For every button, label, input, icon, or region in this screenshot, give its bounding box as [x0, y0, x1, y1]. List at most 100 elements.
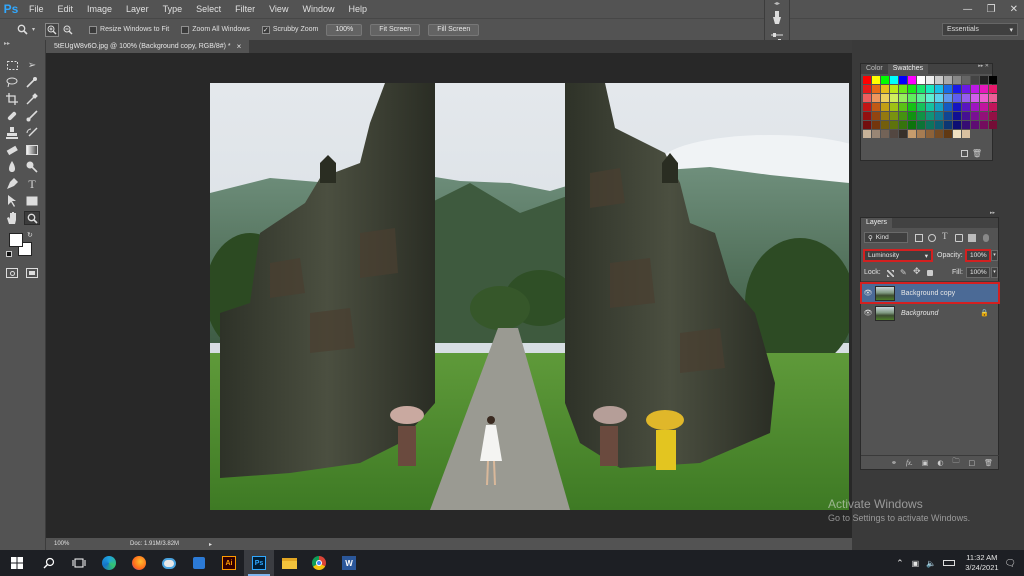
color-swatch[interactable]: [890, 85, 898, 93]
lasso-tool-icon[interactable]: [4, 75, 20, 89]
color-swatch[interactable]: [953, 94, 961, 102]
dodge-tool-icon[interactable]: [24, 160, 40, 174]
color-swatch[interactable]: [863, 103, 871, 111]
color-swatch[interactable]: [980, 76, 988, 84]
color-swatch[interactable]: [953, 103, 961, 111]
color-swatch[interactable]: [899, 130, 907, 138]
color-swatch[interactable]: [881, 103, 889, 111]
illustrator-icon[interactable]: Ai: [214, 550, 244, 576]
canvas-area[interactable]: [46, 53, 852, 538]
color-swatch[interactable]: [962, 112, 970, 120]
color-swatch[interactable]: [881, 130, 889, 138]
color-swatch[interactable]: [935, 76, 943, 84]
rectangle-tool-icon[interactable]: [24, 194, 40, 208]
color-swatch[interactable]: [935, 94, 943, 102]
lock-all-icon[interactable]: [927, 270, 933, 276]
path-selection-tool-icon[interactable]: [4, 194, 20, 208]
color-swatch[interactable]: [899, 76, 907, 84]
menu-file[interactable]: File: [22, 4, 51, 14]
spot-healing-tool-icon[interactable]: [4, 109, 20, 123]
brush-preset-icon[interactable]: [765, 8, 789, 28]
fill-input[interactable]: 100%: [966, 267, 990, 278]
close-icon[interactable]: ✕: [1010, 4, 1018, 15]
close-tab-icon[interactable]: ×: [237, 42, 242, 51]
volume-icon[interactable]: 🔈: [926, 559, 936, 568]
color-swatch[interactable]: [917, 103, 925, 111]
menu-select[interactable]: Select: [189, 4, 228, 14]
color-swatch[interactable]: [872, 85, 880, 93]
color-swatch[interactable]: [890, 121, 898, 129]
tab-swatches[interactable]: Swatches: [887, 64, 929, 74]
color-swatch[interactable]: [899, 94, 907, 102]
filter-toggle-icon[interactable]: [983, 234, 989, 242]
zoom-tool-icon[interactable]: [14, 23, 30, 37]
color-swatch[interactable]: [944, 94, 952, 102]
color-swatch[interactable]: [863, 76, 871, 84]
color-swatch[interactable]: [989, 76, 997, 84]
color-swatch[interactable]: [899, 121, 907, 129]
menu-image[interactable]: Image: [80, 4, 119, 14]
color-swatch[interactable]: [872, 130, 880, 138]
color-swatch[interactable]: [881, 112, 889, 120]
color-swatch[interactable]: [971, 130, 979, 138]
notifications-icon[interactable]: 🗨: [1005, 558, 1016, 569]
link-layers-icon[interactable]: ⚭: [891, 459, 897, 467]
color-swatch[interactable]: [944, 112, 952, 120]
color-swatch[interactable]: [890, 103, 898, 111]
layer-row-background-copy[interactable]: 👁 Background copy: [860, 282, 1000, 304]
color-swatch[interactable]: [980, 121, 988, 129]
color-swatch[interactable]: [926, 85, 934, 93]
color-swatch[interactable]: [863, 130, 871, 138]
color-swatch[interactable]: [953, 130, 961, 138]
new-group-icon[interactable]: 🗀: [952, 457, 959, 468]
lock-pixels-icon[interactable]: ✎: [900, 268, 907, 277]
color-swatch[interactable]: [971, 112, 979, 120]
crop-tool-icon[interactable]: [4, 92, 20, 106]
fit-screen-button[interactable]: Fit Screen: [370, 23, 421, 36]
hand-tool-icon[interactable]: [4, 211, 20, 225]
default-colors-icon[interactable]: [6, 251, 12, 257]
quick-selection-tool-icon[interactable]: [24, 75, 40, 89]
color-swatch[interactable]: [980, 112, 988, 120]
color-swatch[interactable]: [890, 112, 898, 120]
fill-screen-button[interactable]: Fill Screen: [428, 23, 480, 36]
resize-windows-option[interactable]: Resize Windows to Fit: [89, 25, 169, 34]
color-swatch[interactable]: [944, 121, 952, 129]
color-swatch[interactable]: [881, 121, 889, 129]
menu-edit[interactable]: Edit: [51, 4, 81, 14]
color-swatch[interactable]: [872, 76, 880, 84]
color-swatch[interactable]: [962, 130, 970, 138]
filter-pixel-icon[interactable]: [915, 234, 923, 242]
opacity-slider-arrow-icon[interactable]: ▾: [991, 250, 998, 261]
color-swatch[interactable]: [971, 121, 979, 129]
panel-collapse-icon[interactable]: ▸▸ ✕: [978, 63, 989, 69]
color-swatch[interactable]: [881, 85, 889, 93]
color-swatch[interactable]: [935, 130, 943, 138]
color-swatch[interactable]: [872, 121, 880, 129]
zoom-all-option[interactable]: Zoom All Windows: [181, 25, 250, 34]
add-layer-style-icon[interactable]: fx.: [906, 459, 913, 467]
color-swatch[interactable]: [890, 130, 898, 138]
visibility-eye-icon[interactable]: 👁: [861, 289, 875, 297]
color-swatch[interactable]: [917, 76, 925, 84]
pen-tool-icon[interactable]: [4, 177, 20, 191]
task-view-icon[interactable]: [64, 550, 94, 576]
new-swatch-icon[interactable]: [961, 150, 968, 157]
store-app-icon[interactable]: [184, 550, 214, 576]
zoom-100-button[interactable]: 100%: [326, 23, 363, 36]
color-swatch[interactable]: [980, 103, 988, 111]
photoshop-taskbar-icon[interactable]: Ps: [244, 550, 274, 576]
clock[interactable]: 11:32 AM 3/24/2021: [965, 553, 998, 573]
color-swatch[interactable]: [917, 94, 925, 102]
color-swatch[interactable]: [863, 94, 871, 102]
color-swatch[interactable]: [944, 85, 952, 93]
color-swatch[interactable]: [872, 112, 880, 120]
color-swatch[interactable]: [872, 103, 880, 111]
menu-layer[interactable]: Layer: [119, 4, 156, 14]
zoom-in-icon[interactable]: [45, 22, 60, 37]
tool-preset-dropdown-icon[interactable]: ▾: [32, 26, 35, 33]
color-swatch[interactable]: [971, 76, 979, 84]
color-swatch[interactable]: [944, 130, 952, 138]
delete-layer-icon[interactable]: 🗑: [984, 459, 993, 467]
color-swatch[interactable]: [926, 103, 934, 111]
